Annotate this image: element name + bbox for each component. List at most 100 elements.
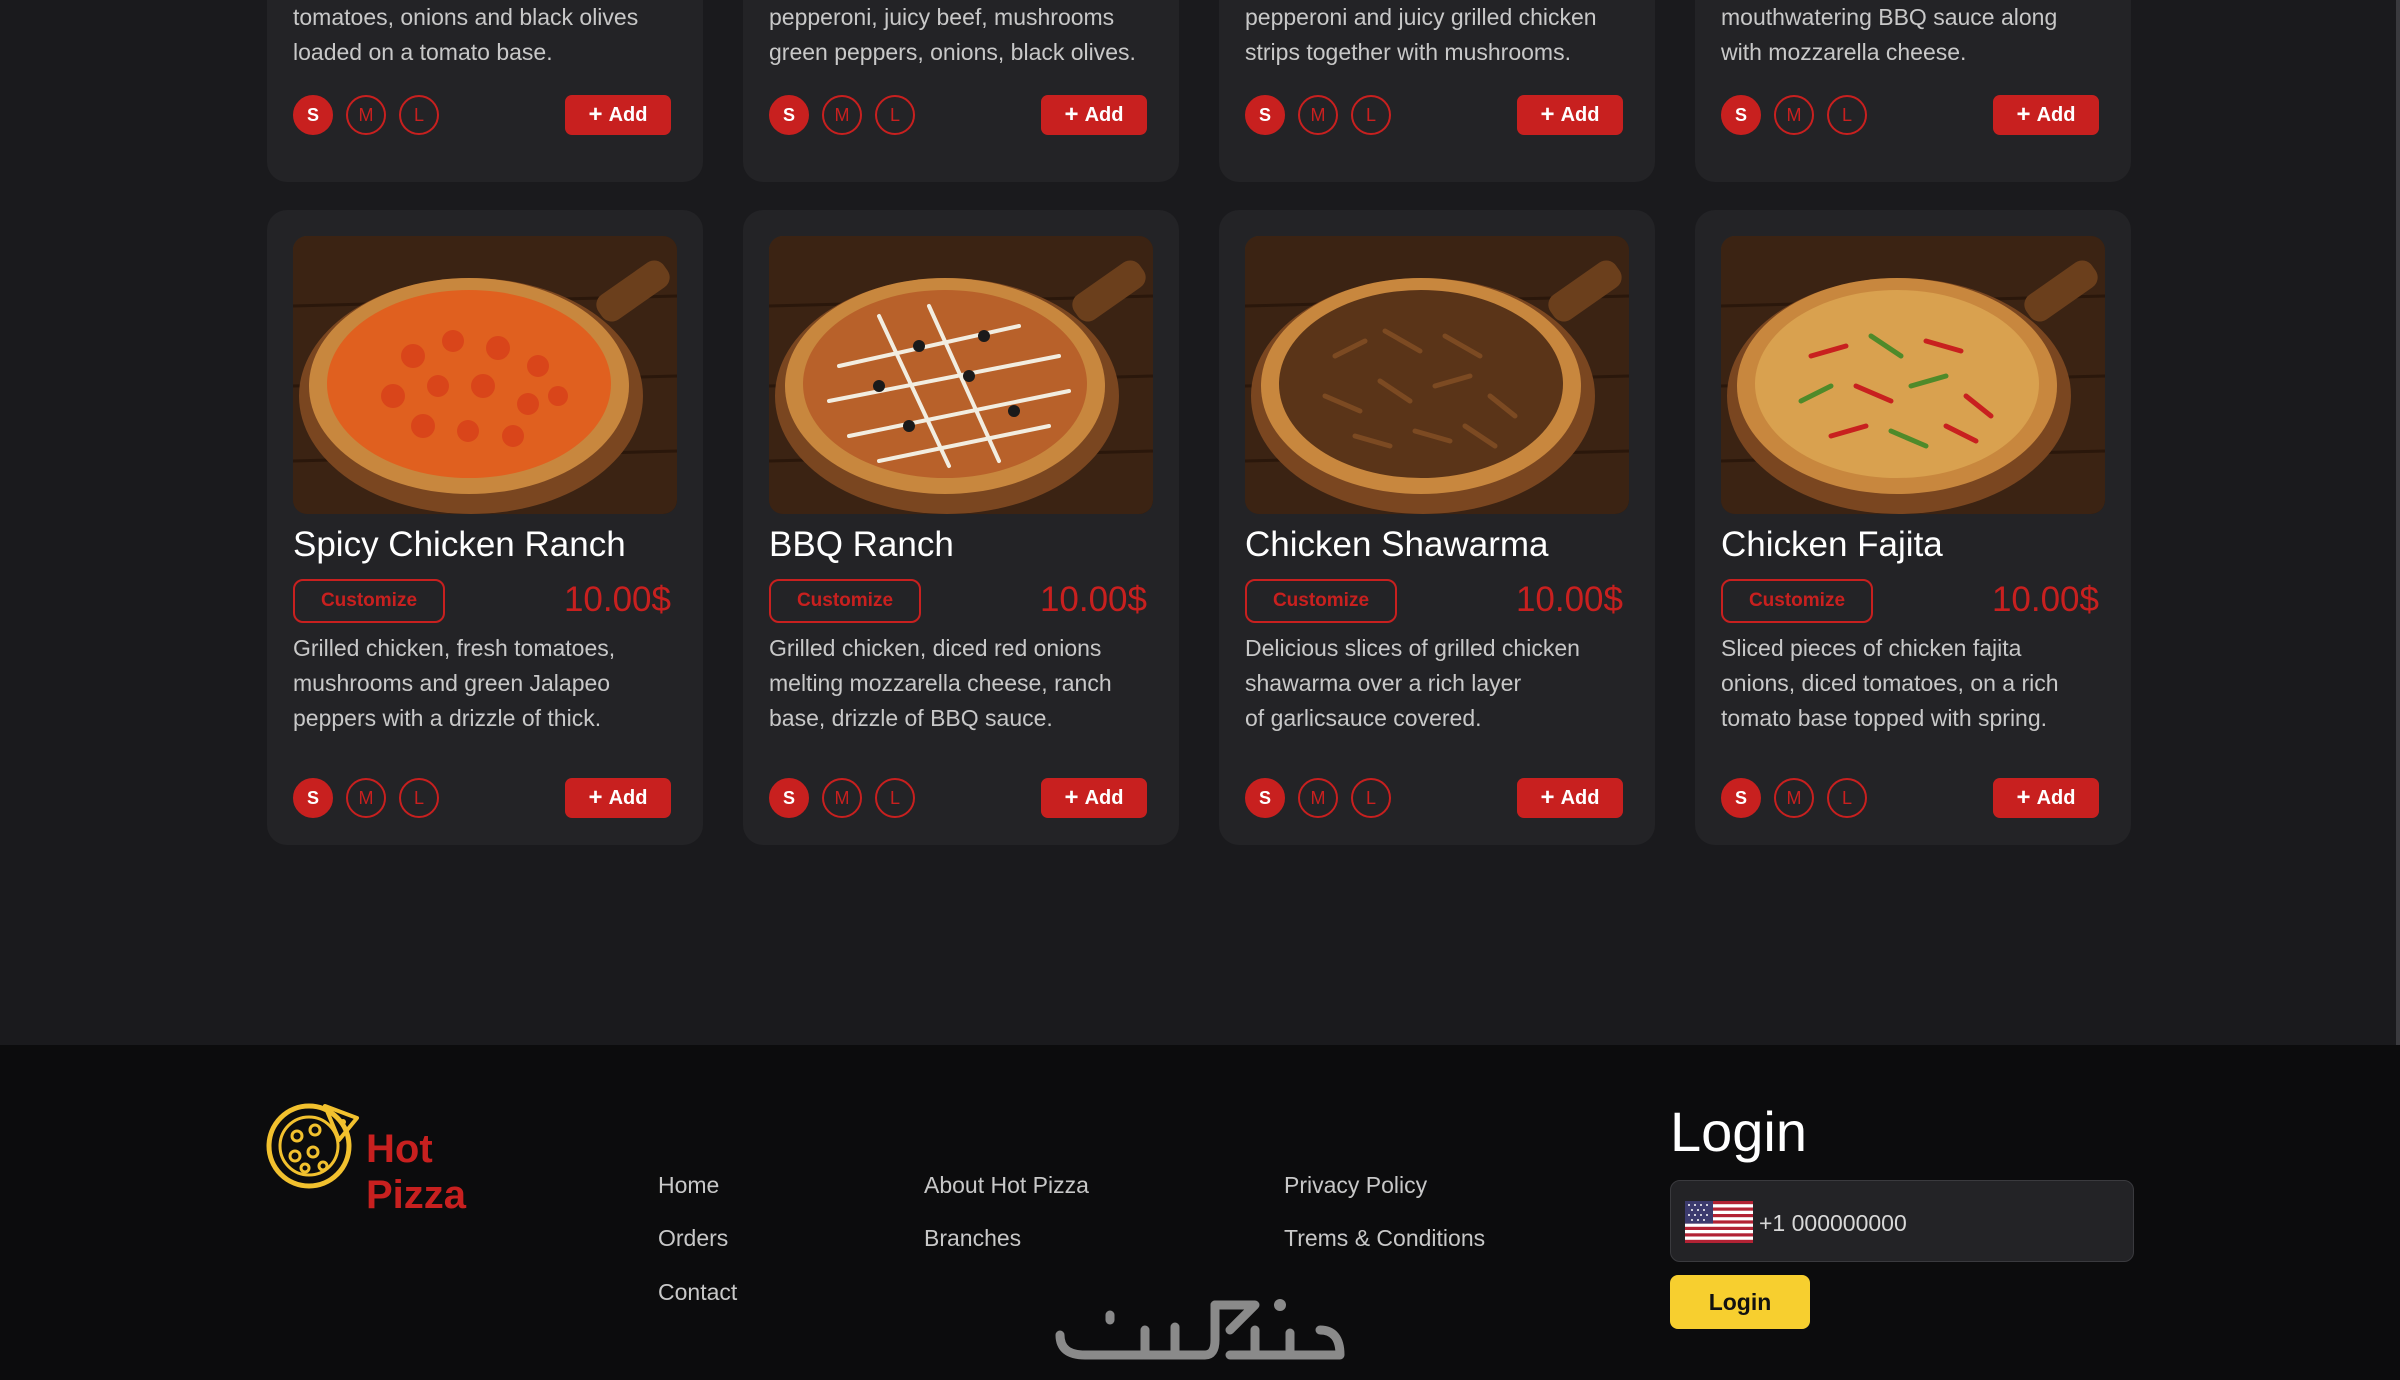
product-card: mouthwatering BBQ sauce along with mozza… [1695,0,2131,182]
product-card: pepperoni and juicy grilled chicken stri… [1219,0,1655,182]
size-medium-option[interactable]: M [1774,95,1814,135]
footer-link-privacy[interactable]: Privacy Policy [1284,1170,1427,1200]
brand-line-2: Pizza [366,1173,467,1217]
product-description: pepperoni and juicy grilled chicken stri… [1245,4,1597,65]
khamsat-watermark-logo [1055,1299,1345,1360]
size-large-option[interactable]: L [875,95,915,135]
plus-icon: + [588,101,603,128]
login-button[interactable]: Login [1670,1275,1810,1329]
size-small-option[interactable]: S [1245,778,1285,818]
add-label: Add [1084,103,1124,126]
pizza-logo-icon[interactable] [265,1096,361,1192]
product-name: Chicken Fajita [1721,525,1943,564]
product-card: pepperoni, juicy beef, mushrooms green p… [743,0,1179,182]
size-small-option[interactable]: S [1721,778,1761,818]
size-small-option[interactable]: S [293,778,333,818]
product-card: Chicken Shawarma Customize 10.00$ Delici… [1219,210,1655,845]
product-description: pepperoni, juicy beef, mushrooms green p… [769,4,1136,65]
size-medium-option[interactable]: M [1298,95,1338,135]
pizza-spicy-chicken-ranch-image[interactable] [293,236,677,514]
size-selector: S M L [769,778,915,818]
footer-link-orders[interactable]: Orders [658,1223,728,1253]
footer-link-home[interactable]: Home [658,1170,719,1200]
customize-button[interactable]: Customize [769,579,921,623]
product-card: tomatoes, onions and black olives loaded… [267,0,703,182]
add-label: Add [1560,103,1600,126]
size-small-option[interactable]: S [1721,95,1761,135]
product-description: Delicious slices of grilled chicken shaw… [1245,635,1580,731]
menu-section: tomatoes, onions and black olives loaded… [0,0,2400,1045]
brand-line-1: Hot [366,1127,433,1171]
add-label: Add [1560,786,1600,809]
add-to-cart-button[interactable]: + Add [565,778,671,818]
customize-button[interactable]: Customize [293,579,445,623]
size-large-option[interactable]: L [1827,778,1867,818]
add-label: Add [2036,103,2076,126]
size-small-option[interactable]: S [293,95,333,135]
product-card: BBQ Ranch Customize 10.00$ Grilled chick… [743,210,1179,845]
add-label: Add [2036,786,2076,809]
product-price: 10.00$ [1515,580,1623,619]
add-to-cart-button[interactable]: + Add [1517,778,1623,818]
plus-icon: + [1540,784,1555,811]
product-description: Sliced pieces of chicken fajita onions, … [1721,635,2059,731]
footer-link-contact[interactable]: Contact [658,1277,737,1307]
size-medium-option[interactable]: M [822,95,862,135]
size-large-option[interactable]: L [875,778,915,818]
product-card: Spicy Chicken Ranch Customize 10.00$ Gri… [267,210,703,845]
product-description: Grilled chicken, diced red onions meltin… [769,635,1112,731]
add-to-cart-button[interactable]: + Add [1041,95,1147,135]
phone-field[interactable] [1670,1180,2134,1262]
size-selector: S M L [769,95,915,135]
size-large-option[interactable]: L [399,778,439,818]
plus-icon: + [2016,784,2031,811]
size-large-option[interactable]: L [1827,95,1867,135]
footer-link-terms[interactable]: Trems & Conditions [1284,1223,1485,1253]
size-selector: S M L [1245,95,1391,135]
size-large-option[interactable]: L [1351,778,1391,818]
footer-link-about[interactable]: About Hot Pizza [924,1170,1089,1200]
add-to-cart-button[interactable]: + Add [1517,95,1623,135]
plus-icon: + [1540,101,1555,128]
size-large-option[interactable]: L [1351,95,1391,135]
size-medium-option[interactable]: M [346,778,386,818]
add-label: Add [608,786,648,809]
product-name: Spicy Chicken Ranch [293,525,626,564]
login-title: Login [1670,1100,1808,1163]
pizza-chicken-fajita-image[interactable] [1721,236,2105,514]
add-label: Add [1084,786,1124,809]
customize-button[interactable]: Customize [1721,579,1873,623]
size-medium-option[interactable]: M [1298,778,1338,818]
product-card: Chicken Fajita Customize 10.00$ Sliced p… [1695,210,2131,845]
add-to-cart-button[interactable]: + Add [1993,95,2099,135]
plus-icon: + [1064,784,1079,811]
product-price: 10.00$ [1039,580,1147,619]
add-label: Add [608,103,648,126]
size-large-option[interactable]: L [399,95,439,135]
pizza-chicken-shawarma-image[interactable] [1245,236,1629,514]
size-selector: S M L [1721,95,1867,135]
brand-name[interactable]: Hot Pizza [366,1126,466,1218]
size-small-option[interactable]: S [769,778,809,818]
scrollbar[interactable] [2396,0,2400,1045]
plus-icon: + [588,784,603,811]
size-selector: S M L [1721,778,1867,818]
pizza-bbq-ranch-image[interactable] [769,236,1153,514]
size-medium-option[interactable]: M [822,778,862,818]
size-medium-option[interactable]: M [1774,778,1814,818]
add-to-cart-button[interactable]: + Add [1041,778,1147,818]
size-selector: S M L [293,778,439,818]
phone-input[interactable] [1757,1205,2101,1241]
customize-button[interactable]: Customize [1245,579,1397,623]
size-selector: S M L [1245,778,1391,818]
footer-link-branches[interactable]: Branches [924,1223,1021,1253]
size-medium-option[interactable]: M [346,95,386,135]
product-description: Grilled chicken, fresh tomatoes, mushroo… [293,635,616,731]
add-to-cart-button[interactable]: + Add [1993,778,2099,818]
us-flag-icon[interactable] [1685,1201,1753,1243]
add-to-cart-button[interactable]: + Add [565,95,671,135]
product-price: 10.00$ [563,580,671,619]
product-description: tomatoes, onions and black olives loaded… [293,4,639,65]
size-small-option[interactable]: S [1245,95,1285,135]
size-small-option[interactable]: S [769,95,809,135]
